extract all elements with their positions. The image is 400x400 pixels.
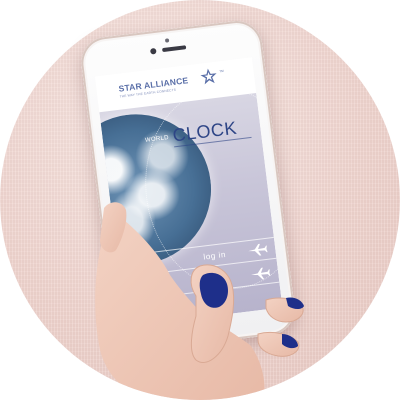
phone-screen: STAR ALLIANCE THE WAY THE EARTH CONNECTS…	[94, 57, 283, 327]
earpiece-speaker	[162, 45, 187, 53]
smartphone: STAR ALLIANCE THE WAY THE EARTH CONNECTS…	[78, 18, 298, 356]
register-button-label: re	[212, 274, 223, 285]
airplane-icon	[248, 243, 268, 256]
proximity-sensor	[164, 38, 170, 43]
star-alliance-logo-icon	[200, 68, 217, 85]
airplane-icon	[251, 267, 271, 280]
photo-canvas: STAR ALLIANCE THE WAY THE EARTH CONNECTS…	[0, 0, 400, 400]
front-camera-icon	[149, 47, 157, 55]
app-body: WORLD CLOCK log in re	[99, 92, 283, 327]
login-button-label: log in	[202, 249, 227, 262]
trademark-mark: TM	[219, 68, 224, 74]
